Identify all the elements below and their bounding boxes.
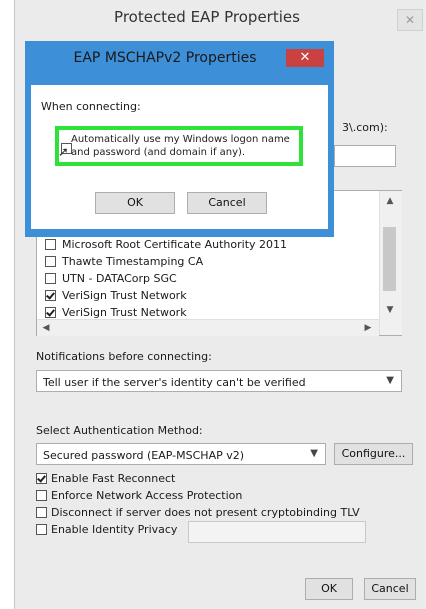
title-bar: EAP MSCHAPv2 Properties ✕	[25, 41, 334, 73]
cert-checkbox-4[interactable]	[45, 307, 56, 318]
auth-method-value: Secured password (EAP-MSCHAP v2)	[43, 449, 245, 462]
auto-logon-label: Automatically use my Windows logon name …	[71, 134, 290, 158]
mouse-cursor-icon: ➚	[58, 145, 69, 160]
when-connecting-label: When connecting:	[41, 100, 141, 113]
server-name-input[interactable]	[334, 145, 396, 167]
notifications-label: Notifications before connecting:	[36, 350, 212, 363]
chevron-down-icon: ▼	[386, 375, 394, 386]
notifications-value: Tell user if the server's identity can't…	[43, 376, 306, 389]
chevron-down-icon[interactable]: ▼	[383, 303, 397, 317]
notifications-dropdown[interactable]: Tell user if the server's identity can't…	[36, 370, 402, 392]
configure-button[interactable]: Configure...	[334, 443, 413, 465]
highlight-box: Automatically use my Windows logon name …	[55, 126, 303, 166]
sub-cancel-button[interactable]: Cancel	[187, 192, 267, 214]
window-title: EAP MSCHAPv2 Properties	[73, 50, 257, 66]
enable-fast-reconnect-checkbox[interactable]	[36, 473, 47, 484]
cert-checkbox-3[interactable]	[45, 290, 56, 301]
sub-ok-button[interactable]: OK	[95, 192, 175, 214]
auth-method-dropdown[interactable]: Secured password (EAP-MSCHAP v2) ▼	[36, 443, 326, 465]
cert-checkbox-1[interactable]	[45, 256, 56, 267]
ok-button[interactable]: OK	[305, 578, 353, 600]
close-icon: ✕	[299, 50, 311, 65]
disconnect-cryptobinding-checkbox[interactable]	[36, 507, 47, 518]
window-title: Protected EAP Properties	[114, 8, 300, 26]
enforce-nap-checkbox[interactable]	[36, 490, 47, 501]
auth-method-label: Select Authentication Method:	[36, 424, 203, 437]
close-button[interactable]: ✕	[397, 9, 423, 31]
enable-identity-privacy-checkbox[interactable]	[36, 524, 47, 535]
horizontal-scrollbar[interactable]: ◀ ▶	[37, 319, 379, 336]
chevron-left-icon[interactable]: ◀	[39, 321, 53, 335]
scrollbar-thumb[interactable]	[383, 227, 396, 291]
chevron-down-icon: ▼	[310, 448, 318, 459]
cancel-button[interactable]: Cancel	[364, 578, 416, 600]
identity-privacy-input[interactable]	[188, 521, 366, 543]
close-icon: ✕	[404, 13, 416, 27]
server-label-fragment: 3\.com):	[342, 121, 388, 134]
cert-checkbox-2[interactable]	[45, 273, 56, 284]
title-bar: Protected EAP Properties ✕	[15, 0, 426, 34]
chevron-right-icon[interactable]: ▶	[361, 321, 375, 335]
cert-checkbox-0[interactable]	[45, 239, 56, 250]
eap-mschapv2-properties-window: EAP MSCHAPv2 Properties ✕ When connectin…	[25, 41, 334, 237]
dialog-body: When connecting: Automatically use my Wi…	[31, 85, 328, 229]
close-button[interactable]: ✕	[286, 49, 324, 67]
chevron-up-icon[interactable]: ▲	[383, 194, 397, 208]
